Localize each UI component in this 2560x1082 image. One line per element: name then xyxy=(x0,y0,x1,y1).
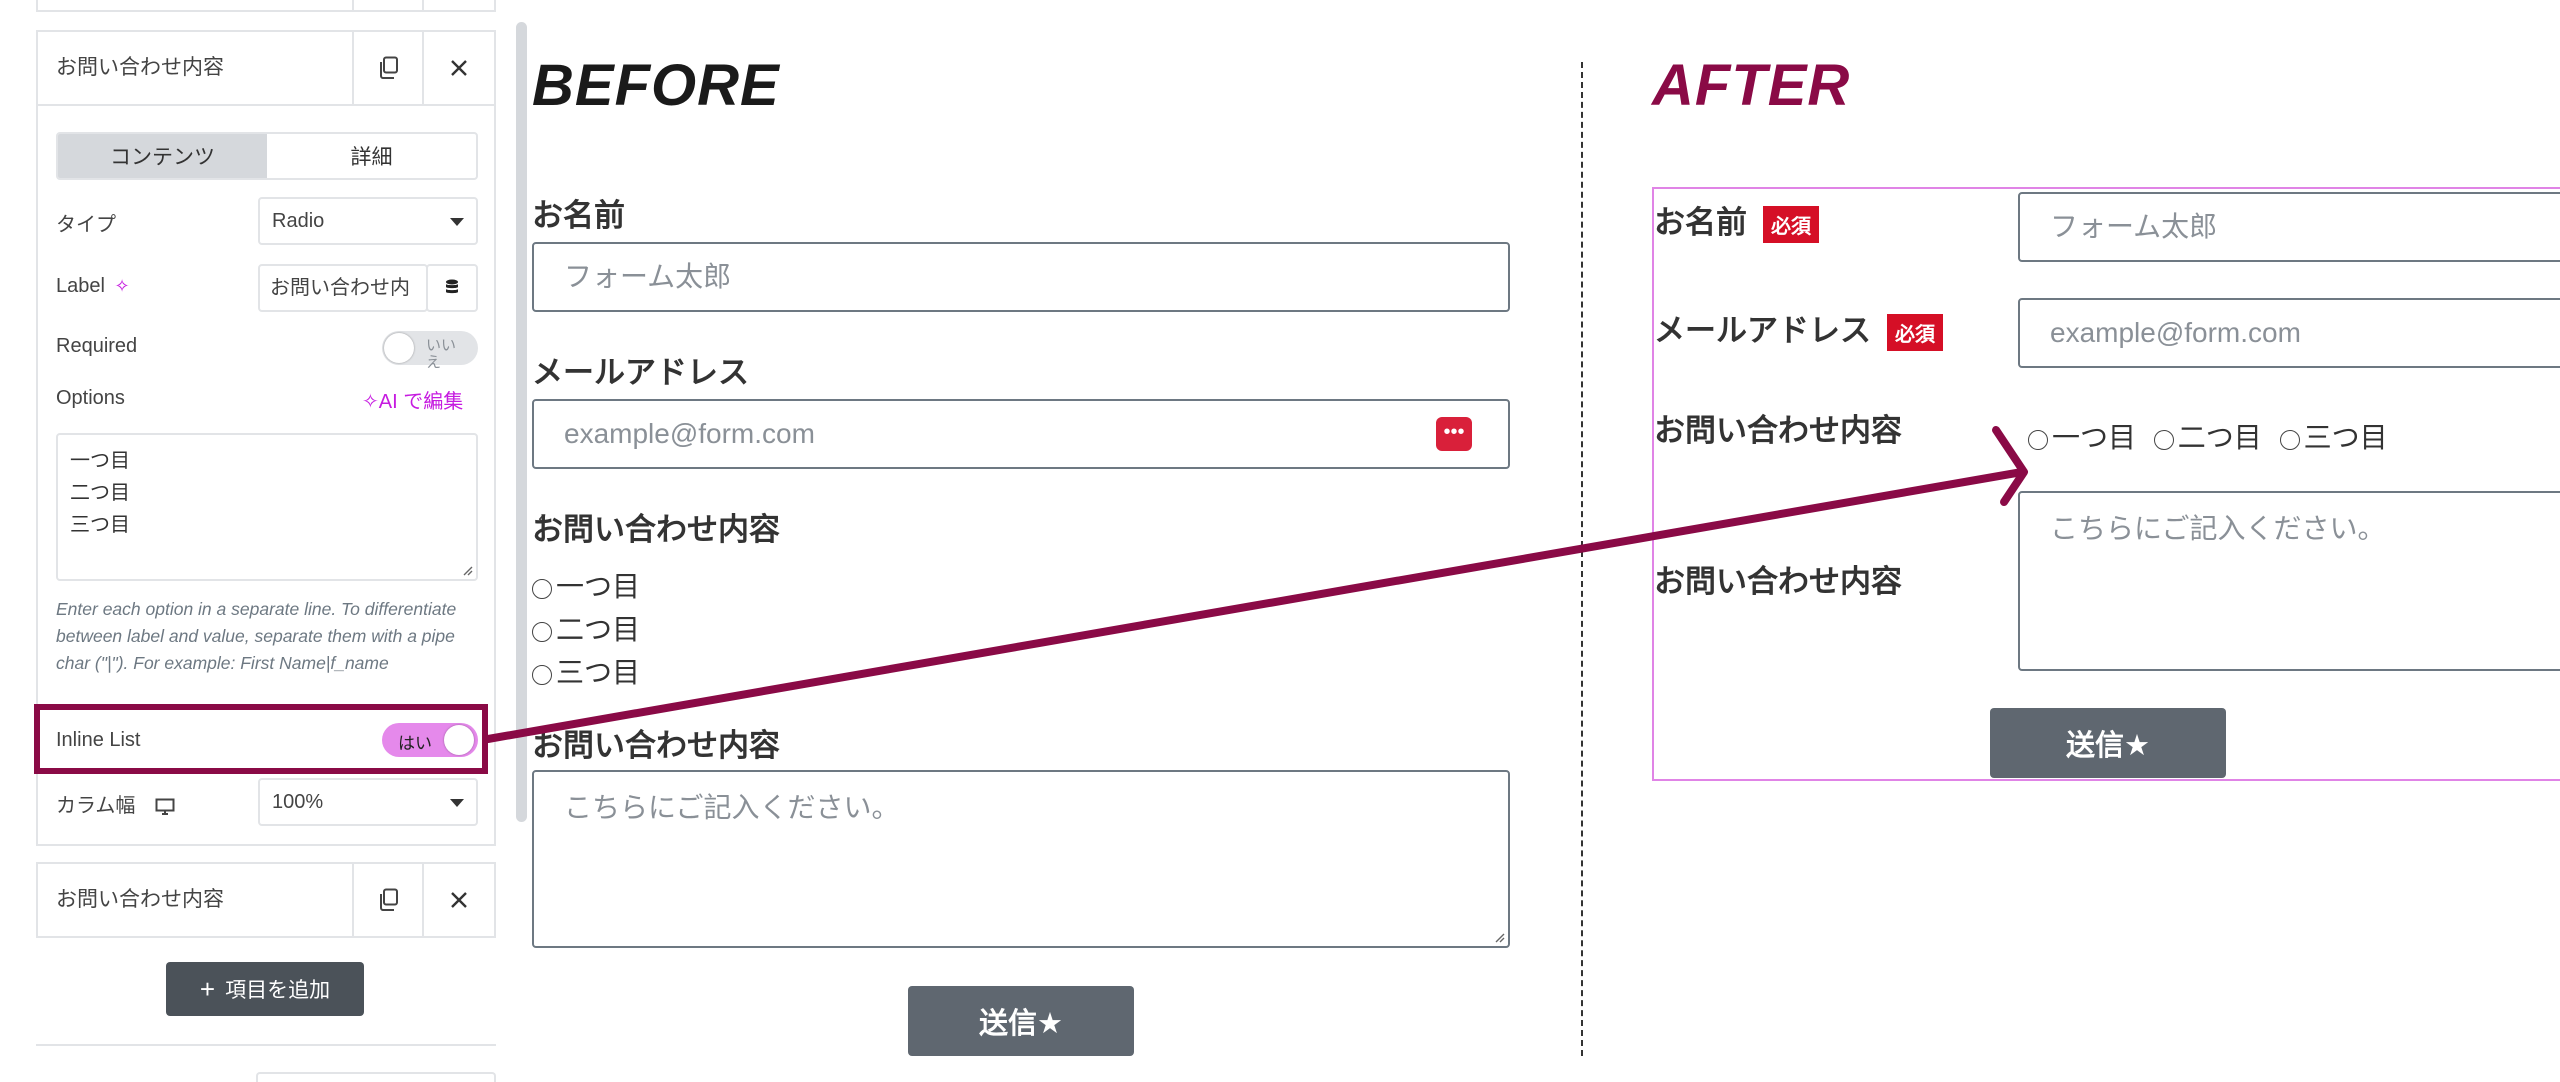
annotation-arrow xyxy=(484,426,2028,743)
